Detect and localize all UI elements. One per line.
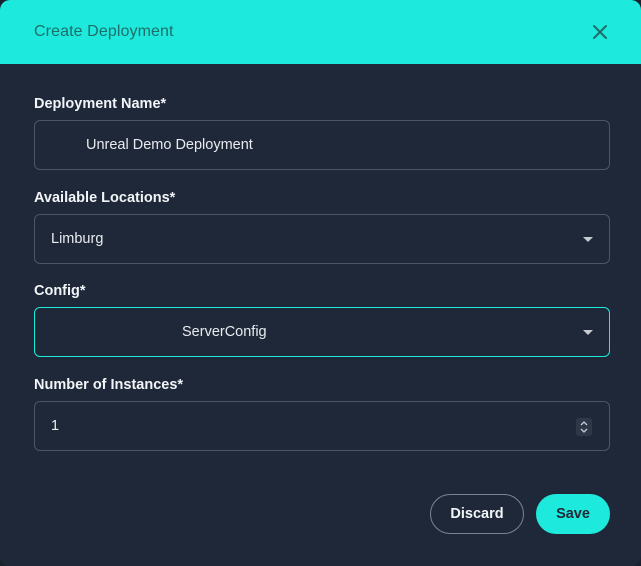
instances-value: 1 bbox=[51, 418, 60, 434]
stepper-icon[interactable] bbox=[576, 418, 592, 436]
deployment-name-label: Deployment Name* bbox=[34, 96, 167, 112]
config-label: Config* bbox=[34, 283, 86, 299]
dialog-title: Create Deployment bbox=[34, 23, 174, 40]
save-button[interactable]: Save bbox=[536, 494, 610, 534]
locations-select[interactable]: Limburg bbox=[34, 214, 610, 264]
chevron-down-icon bbox=[583, 237, 593, 242]
config-selected-value: ServerConfig bbox=[182, 324, 267, 340]
create-deployment-dialog: Create Deployment Deployment Name* Unrea… bbox=[0, 0, 641, 566]
chevron-down-icon bbox=[583, 330, 593, 335]
deployment-name-input[interactable]: Unreal Demo Deployment bbox=[34, 120, 610, 170]
instances-input[interactable]: 1 bbox=[34, 401, 610, 451]
deployment-name-value: Unreal Demo Deployment bbox=[86, 137, 253, 153]
locations-label: Available Locations* bbox=[34, 190, 176, 206]
locations-selected-value: Limburg bbox=[51, 231, 104, 247]
discard-button[interactable]: Discard bbox=[430, 494, 524, 534]
instances-label: Number of Instances* bbox=[34, 377, 184, 393]
config-select[interactable]: ServerConfig bbox=[34, 307, 610, 357]
dialog-header: Create Deployment bbox=[0, 0, 641, 64]
close-icon[interactable] bbox=[589, 21, 611, 43]
